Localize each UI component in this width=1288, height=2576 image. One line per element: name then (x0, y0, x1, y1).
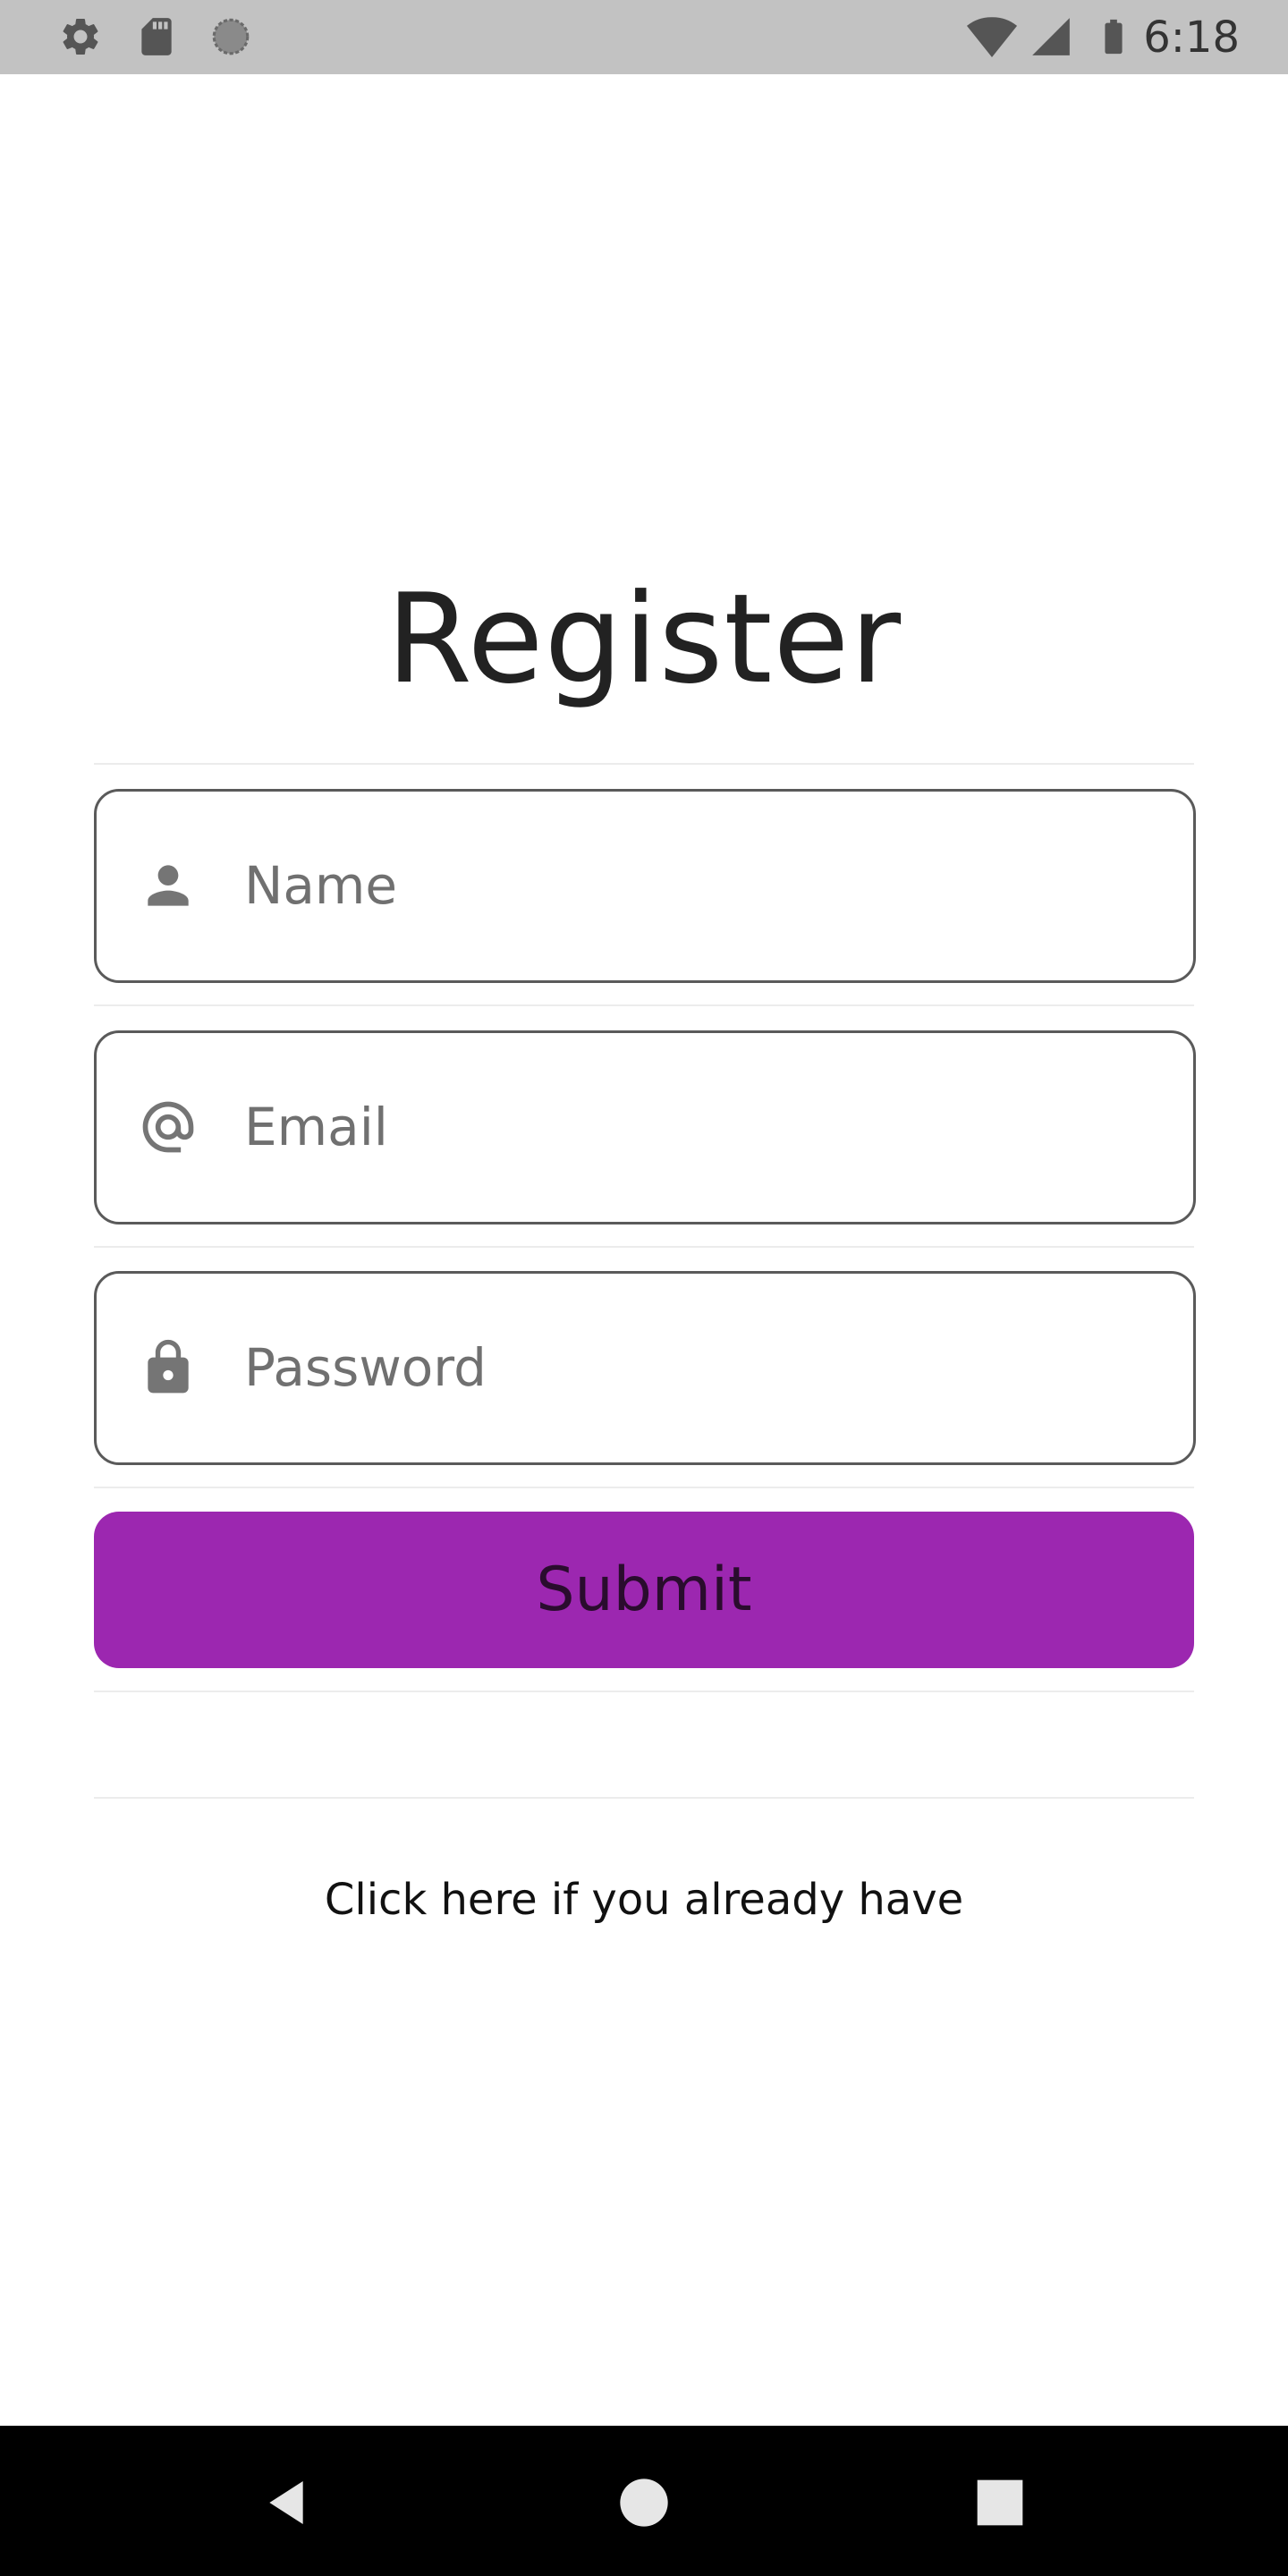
status-time: 6:18 (1143, 13, 1240, 63)
divider (94, 1246, 1194, 1248)
divider (94, 1797, 1194, 1799)
home-icon[interactable] (615, 2474, 673, 2531)
divider (94, 1690, 1194, 1692)
password-field[interactable] (94, 1271, 1196, 1465)
divider (94, 1487, 1194, 1488)
battery-icon (1105, 19, 1123, 55)
page-title: Register (386, 567, 902, 711)
wifi-icon (966, 17, 1018, 57)
navigation-bar (0, 2426, 1288, 2576)
login-link[interactable]: Click here if you already have (0, 1869, 1288, 1930)
email-field[interactable] (94, 1030, 1196, 1224)
at-sign-icon (142, 1101, 194, 1153)
back-icon[interactable] (258, 2474, 315, 2531)
name-field[interactable] (94, 789, 1196, 983)
submit-button[interactable]: Submit (94, 1512, 1194, 1668)
person-icon (148, 865, 189, 906)
cellular-signal-icon (1032, 18, 1070, 55)
recents-icon[interactable] (971, 2474, 1029, 2531)
name-input[interactable] (244, 836, 1139, 935)
status-bar: 6:18 (0, 0, 1288, 74)
email-input[interactable] (244, 1078, 1139, 1176)
divider (94, 763, 1194, 765)
lock-icon (148, 1339, 189, 1394)
password-input[interactable] (244, 1318, 1139, 1417)
sd-card-icon (141, 18, 172, 55)
loading-circle-icon (212, 18, 250, 55)
divider (94, 1004, 1194, 1006)
gear-icon (63, 18, 98, 55)
register-screen: 6:18 Register Submit Click here if you a… (0, 0, 1288, 2576)
